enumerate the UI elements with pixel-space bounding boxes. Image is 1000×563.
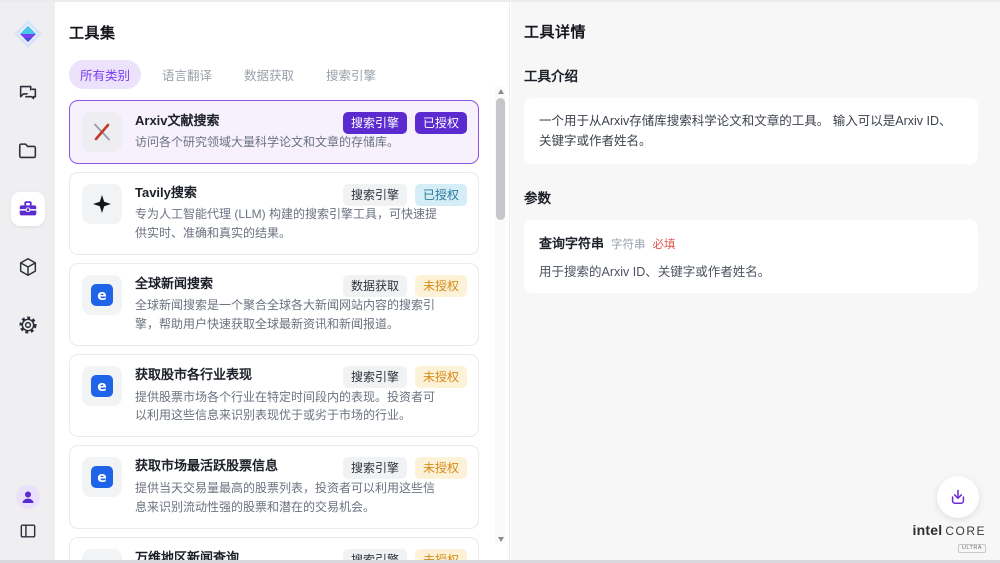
category-badge: 搜索引擎: [343, 184, 407, 206]
download-button[interactable]: [937, 476, 979, 518]
tool-card-arxiv[interactable]: Arxiv文献搜索 访问各个研究领域大量科学论文和文章的存储库。 搜索引擎 已授…: [69, 100, 479, 164]
intro-heading: 工具介绍: [524, 65, 978, 85]
icon-rail: [0, 2, 55, 560]
ultra-badge: ULTRA: [958, 544, 986, 554]
blue-news-icon: e: [82, 275, 122, 315]
user-avatar[interactable]: [16, 485, 40, 509]
intel-wordmark: intel: [913, 523, 943, 537]
parameter-card: 查询字符串 字符串 必填 用于搜索的Arxiv ID、关键字或作者姓名。: [524, 220, 978, 293]
list-scrollbar[interactable]: [495, 86, 506, 544]
details-panel: 工具详情 工具介绍 一个用于从Arxiv存储库搜索科学论文和文章的工具。 输入可…: [511, 2, 1000, 560]
category-badge: 搜索引擎: [343, 366, 407, 388]
tool-card-regional-news[interactable]: 万维地区新闻查询 查询具体行政区划内的新闻，快速了解各地新闻动 搜索引擎 未授权: [69, 537, 479, 563]
app-window: 工具集 所有类别 语言翻译 数据获取 搜索引擎 Arxiv文献搜索 访问各个研究…: [0, 0, 1000, 563]
download-icon: [948, 487, 968, 507]
params-heading: 参数: [524, 187, 978, 207]
panel-toggle-icon: [18, 521, 38, 541]
blue-news-icon: e: [82, 366, 122, 406]
app-logo-icon: [8, 14, 48, 54]
tools-panel: 工具集 所有类别 语言翻译 数据获取 搜索引擎 Arxiv文献搜索 访问各个研究…: [55, 2, 510, 560]
core-wordmark: CORE: [945, 525, 986, 537]
folder-icon: [17, 140, 39, 162]
tool-card-global-news[interactable]: e 全球新闻搜索 全球新闻搜索是一个聚合全球各大新闻网站内容的搜索引擎，帮助用户…: [69, 263, 479, 346]
intel-core-logo: intel CORE ULTRA: [913, 523, 986, 554]
tool-list: Arxiv文献搜索 访问各个研究领域大量科学论文和文章的存储库。 搜索引擎 已授…: [69, 100, 479, 563]
user-icon: [20, 489, 36, 505]
arxiv-cross-icon: [82, 112, 122, 152]
tool-card-tavily[interactable]: Tavily搜索 专为人工智能代理 (LLM) 构建的搜索引擎工具，可快速提供实…: [69, 172, 479, 255]
auth-status-badge: 已授权: [415, 184, 467, 206]
category-badge: 搜索引擎: [343, 549, 407, 563]
param-description: 用于搜索的Arxiv ID、关键字或作者姓名。: [539, 261, 963, 280]
auth-status-badge: 未授权: [415, 366, 467, 388]
auth-status-badge: 未授权: [415, 275, 467, 297]
sidebar-item-settings[interactable]: [11, 308, 45, 342]
gear-icon: [17, 314, 39, 336]
scroll-down-arrow[interactable]: [495, 534, 506, 544]
cube-icon: [17, 256, 39, 278]
rail-bottom: [16, 485, 40, 546]
tool-description: 专为人工智能代理 (LLM) 构建的搜索引擎工具，可快速提供实时、准确和真实的结…: [135, 205, 437, 243]
svg-text:e: e: [97, 288, 107, 304]
four-point-star-icon: [82, 184, 122, 224]
tab-search-engine[interactable]: 搜索引擎: [315, 60, 387, 89]
toolbox-icon: [17, 198, 39, 220]
panel-toggle-button[interactable]: [18, 521, 38, 546]
tool-description: 访问各个研究领域大量科学论文和文章的存储库。: [135, 133, 437, 152]
auth-status-badge: 未授权: [415, 549, 467, 563]
scroll-up-arrow[interactable]: [495, 86, 506, 96]
tool-description: 提供当天交易量最高的股票列表，投资者可以利用这些信息来识别流动性强的股票和潜在的…: [135, 479, 437, 517]
svg-text:e: e: [97, 379, 107, 395]
intro-card: 一个用于从Arxiv存储库搜索科学论文和文章的工具。 输入可以是Arxiv ID…: [524, 98, 978, 164]
newspaper-icon: [82, 549, 122, 563]
tab-data-fetching[interactable]: 数据获取: [233, 60, 305, 89]
chat-icon: [17, 82, 39, 104]
blue-news-icon: e: [82, 457, 122, 497]
tab-all-categories[interactable]: 所有类别: [69, 60, 141, 89]
param-name: 查询字符串: [539, 233, 604, 252]
category-badge: 搜索引擎: [343, 112, 407, 134]
sidebar-item-toolbox[interactable]: [11, 192, 45, 226]
auth-status-badge: 未授权: [415, 457, 467, 479]
svg-text:e: e: [97, 470, 107, 486]
tab-language-translation[interactable]: 语言翻译: [151, 60, 223, 89]
sidebar-item-files[interactable]: [11, 134, 45, 168]
tool-description: 全球新闻搜索是一个聚合全球各大新闻网站内容的搜索引擎，帮助用户快速获取全球最新资…: [135, 296, 437, 334]
tool-description: 提供股票市场各个行业在特定时间段内的表现。投资者可以利用这些信息来识别表现优于或…: [135, 388, 437, 426]
auth-status-badge: 已授权: [415, 112, 467, 134]
sidebar-item-chat[interactable]: [11, 76, 45, 110]
tool-card-active-stocks[interactable]: e 获取市场最活跃股票信息 提供当天交易量最高的股票列表，投资者可以利用这些信息…: [69, 445, 479, 528]
details-title: 工具详情: [524, 21, 978, 42]
param-type: 字符串: [611, 236, 646, 252]
scrollbar-thumb[interactable]: [496, 98, 505, 220]
tools-panel-title: 工具集: [69, 22, 509, 43]
rail-nav: [11, 76, 45, 342]
param-required-flag: 必填: [653, 236, 676, 252]
category-badge: 数据获取: [343, 275, 407, 297]
category-tabs: 所有类别 语言翻译 数据获取 搜索引擎: [69, 60, 509, 89]
intro-text: 一个用于从Arxiv存储库搜索科学论文和文章的工具。 输入可以是Arxiv ID…: [539, 111, 963, 151]
category-badge: 搜索引擎: [343, 457, 407, 479]
sidebar-item-models[interactable]: [11, 250, 45, 284]
tool-card-sector-performance[interactable]: e 获取股市各行业表现 提供股票市场各个行业在特定时间段内的表现。投资者可以利用…: [69, 354, 479, 437]
